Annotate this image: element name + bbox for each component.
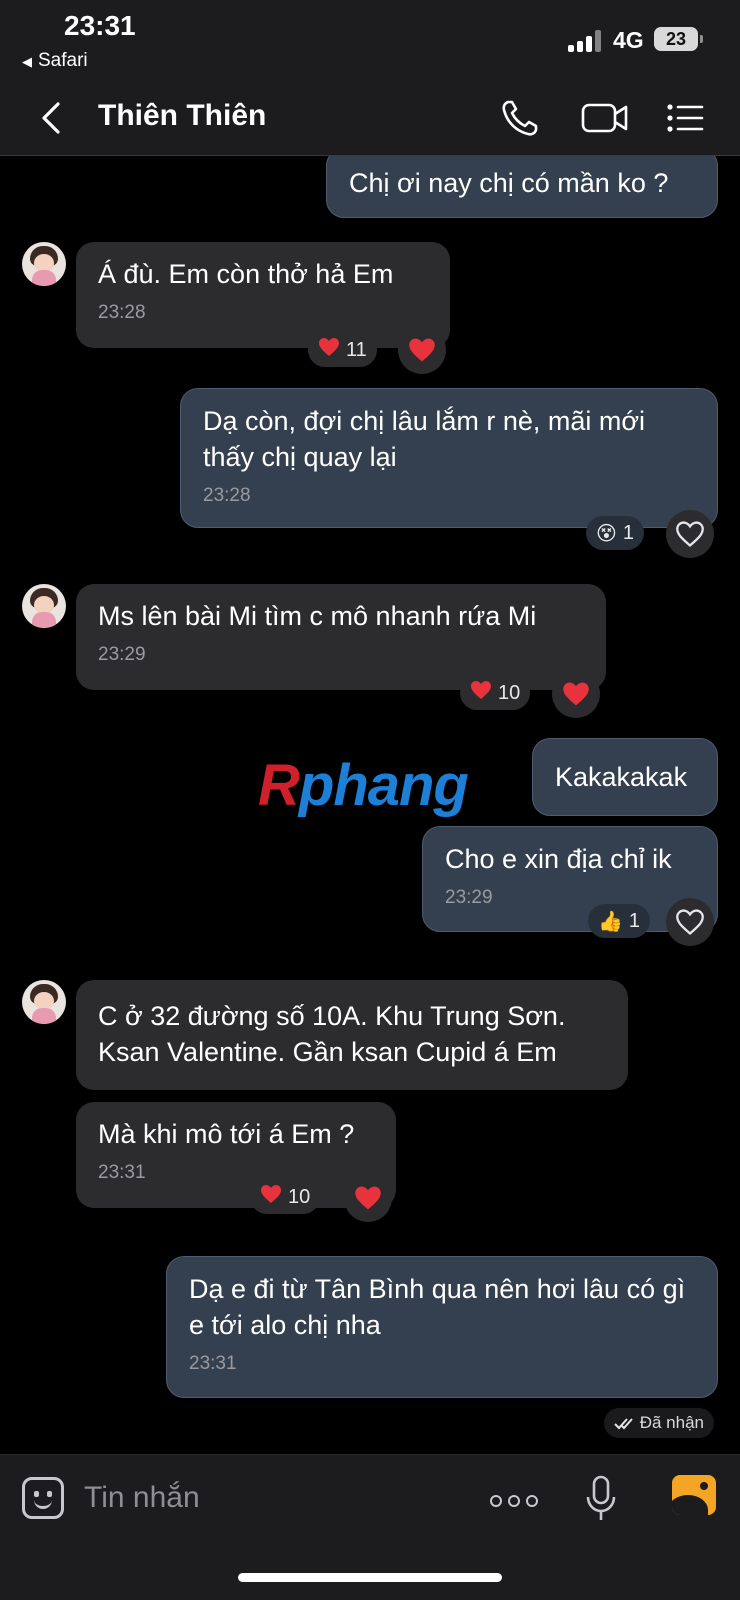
network-label: 4G	[613, 27, 644, 53]
message-text: Chị ơi nay chị có mần ko ?	[349, 168, 669, 198]
message-text: Kakakakak	[555, 762, 688, 792]
back-triangle-icon: ◀	[22, 54, 32, 69]
heart-icon	[318, 334, 340, 368]
avatar[interactable]	[22, 980, 66, 1024]
reaction-count[interactable]: 10	[250, 1180, 321, 1215]
message-time: 23:29	[98, 644, 146, 665]
message-bubble[interactable]: Dạ e đi từ Tân Bình qua nên hơi lâu có g…	[166, 1256, 718, 1398]
contact-name[interactable]: Thiên Thiên	[98, 99, 266, 133]
message-bubble[interactable]: Ms lên bài Mi tìm c mô nhanh rứa Mi 23:2…	[76, 584, 606, 690]
react-button[interactable]	[344, 1174, 392, 1222]
message-composer: Tin nhắn	[0, 1454, 740, 1600]
menu-icon[interactable]	[664, 96, 708, 140]
avatar[interactable]	[22, 242, 66, 286]
phone-icon[interactable]	[498, 96, 542, 140]
message-list[interactable]: Chị ơi nay chị có mần ko ? Á đù. Em còn …	[0, 156, 740, 1454]
react-button[interactable]	[666, 898, 714, 946]
message-text: Dạ còn, đợi chị lâu lắm r nè, mãi mới th…	[203, 406, 646, 472]
react-button[interactable]	[398, 326, 446, 374]
message-time: 23:28	[203, 485, 251, 506]
message-bubble[interactable]: Chị ơi nay chị có mần ko ?	[326, 156, 718, 218]
reaction-count[interactable]: 11	[308, 333, 377, 367]
microphone-icon[interactable]	[584, 1475, 618, 1523]
message-text: C ở 32 đường số 10A. Khu Trung Sơn. Ksan…	[98, 1001, 566, 1067]
heart-icon	[260, 1181, 282, 1215]
message-text: Cho e xin địa chỉ ik	[445, 844, 672, 874]
heart-icon	[470, 677, 492, 711]
message-time: 23:31	[98, 1162, 146, 1183]
battery-icon: 23	[654, 27, 703, 51]
watermark-logo: Rphang	[258, 753, 469, 818]
message-text: Dạ e đi từ Tân Bình qua nên hơi lâu có g…	[189, 1274, 686, 1340]
photo-gallery-icon[interactable]	[672, 1475, 716, 1515]
double-check-icon	[614, 1413, 640, 1432]
emoji-icon[interactable]	[22, 1477, 64, 1519]
message-bubble[interactable]: C ở 32 đường số 10A. Khu Trung Sơn. Ksan…	[76, 980, 628, 1090]
react-button[interactable]	[552, 670, 600, 718]
home-indicator[interactable]	[238, 1573, 502, 1582]
message-time: 23:31	[189, 1353, 237, 1374]
video-icon[interactable]	[580, 96, 630, 140]
message-input[interactable]: Tin nhắn	[84, 1481, 200, 1515]
chat-header: Thiên Thiên	[0, 80, 740, 156]
message-time: 23:29	[445, 887, 493, 908]
message-bubble[interactable]: Dạ còn, đợi chị lâu lắm r nè, mãi mới th…	[180, 388, 718, 528]
message-text: Á đù. Em còn thở hả Em	[98, 259, 394, 289]
message-text: Mà khi mô tới á Em ?	[98, 1119, 355, 1149]
dizzy-face-emoji-icon: 😵	[596, 522, 617, 545]
message-bubble[interactable]: Á đù. Em còn thở hả Em 23:28	[76, 242, 450, 348]
thumbs-up-emoji-icon: 👍	[598, 910, 623, 933]
avatar[interactable]	[22, 584, 66, 628]
signal-icon	[568, 30, 604, 52]
more-options-icon[interactable]	[490, 1493, 538, 1509]
message-text: Ms lên bài Mi tìm c mô nhanh rứa Mi	[98, 601, 537, 631]
status-bar: 23:31 ◀ Safari 4G 23	[0, 0, 740, 80]
reaction-count[interactable]: 👍 1	[588, 904, 651, 938]
back-icon[interactable]	[36, 98, 66, 138]
status-time: 23:31	[64, 10, 136, 41]
reaction-count[interactable]: 10	[460, 676, 531, 711]
reaction-count[interactable]: 😵 1	[586, 516, 644, 550]
react-button[interactable]	[666, 510, 714, 558]
message-time: 23:28	[98, 302, 146, 323]
back-app-label: Safari	[38, 50, 88, 71]
message-bubble[interactable]: Kakakakak	[532, 738, 718, 816]
delivery-status: Đã nhận	[603, 1408, 714, 1438]
back-to-app-link[interactable]: ◀ Safari	[22, 50, 88, 72]
